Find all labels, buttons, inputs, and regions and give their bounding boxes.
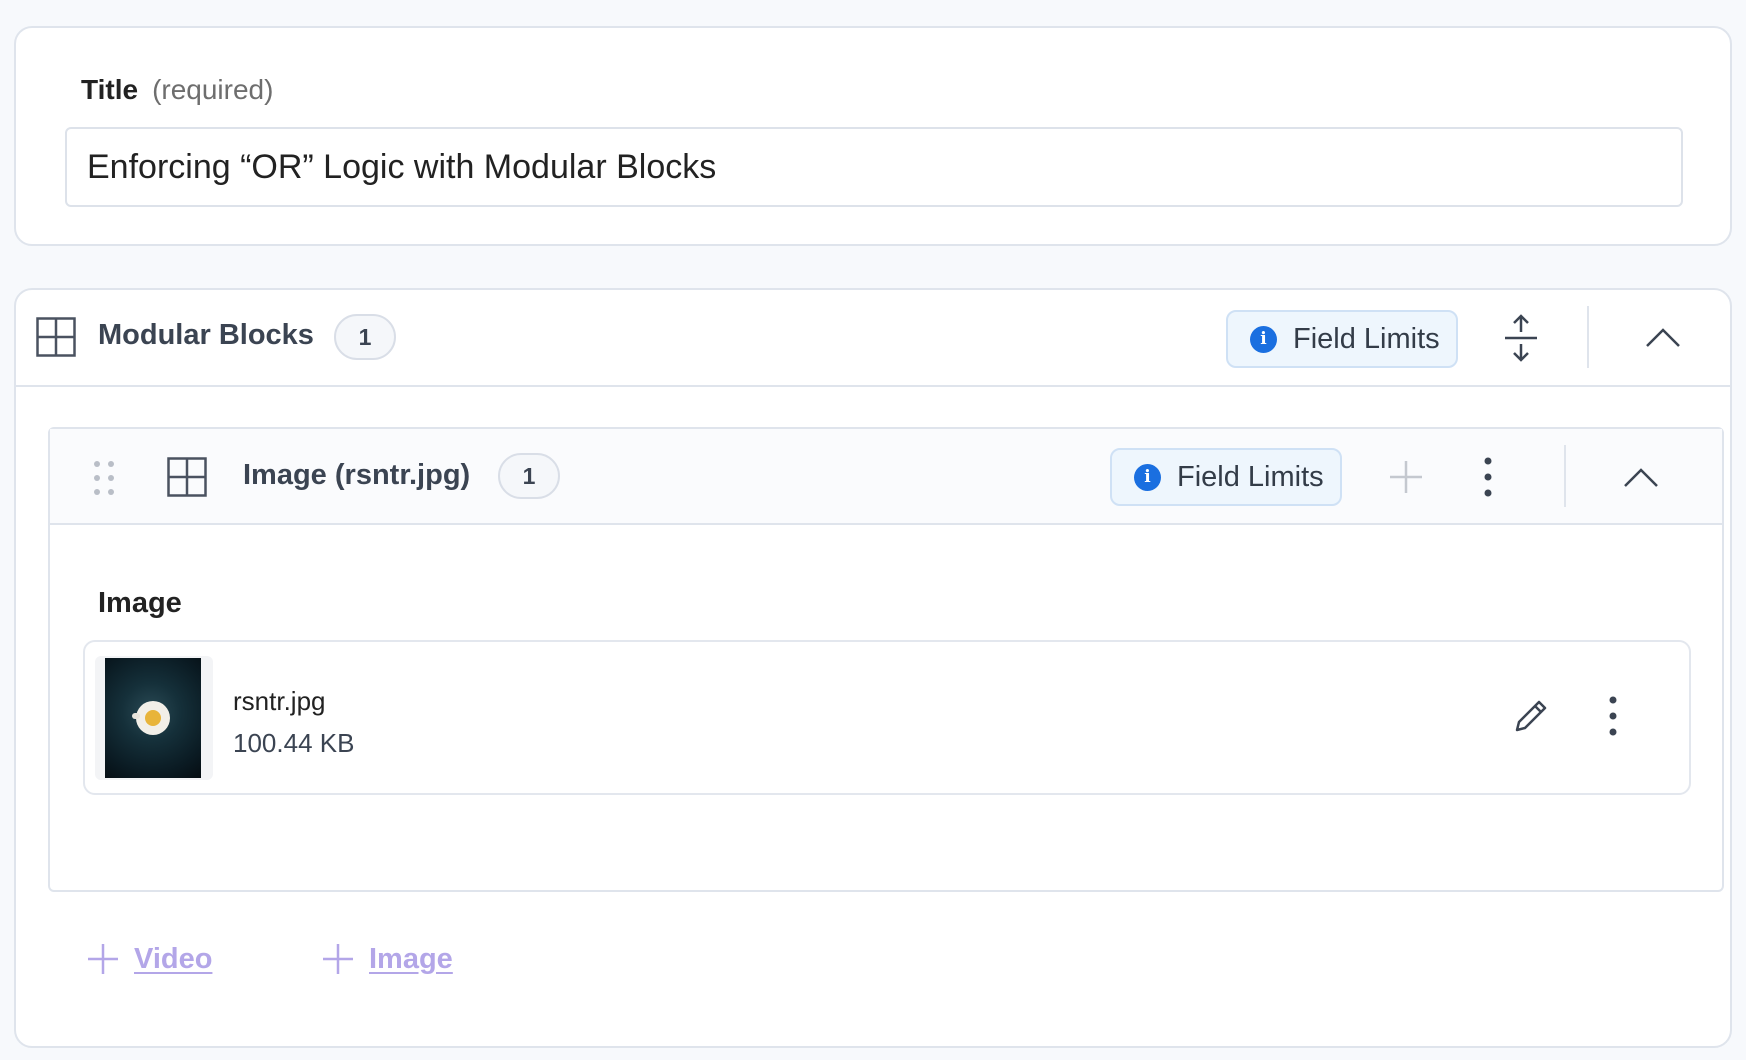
chevron-up-icon <box>1646 328 1680 347</box>
edit-asset-button[interactable] <box>1509 694 1553 738</box>
image-block: Image (rsntr.jpg) 1 i Field Limits Image… <box>48 427 1724 892</box>
plus-icon <box>323 944 353 974</box>
plus-icon <box>88 944 118 974</box>
add-video-label: Video <box>134 942 213 975</box>
title-label: Title (required) <box>81 74 274 105</box>
grid-icon <box>167 457 207 497</box>
info-icon: i <box>1134 463 1161 491</box>
asset-row: rsntr.jpg 100.44 KB <box>83 640 1691 795</box>
chevron-up-icon <box>1624 468 1658 487</box>
field-limits-button[interactable]: i Field Limits <box>1226 310 1458 368</box>
image-block-title: Image (rsntr.jpg) <box>243 459 471 491</box>
title-field-card: Title (required) <box>14 26 1732 246</box>
field-limits-label: Field Limits <box>1293 322 1440 355</box>
asset-thumbnail[interactable] <box>95 656 213 780</box>
more-vertical-icon <box>1609 696 1617 736</box>
header-divider <box>1587 306 1589 368</box>
asset-more-options-button[interactable] <box>1601 694 1625 738</box>
drag-handle-icon[interactable] <box>94 461 116 495</box>
collapse-modular-blocks-button[interactable] <box>1640 317 1686 357</box>
grid-icon <box>36 317 76 357</box>
block-field-limits-button[interactable]: i Field Limits <box>1110 448 1342 506</box>
info-icon: i <box>1250 325 1277 353</box>
modular-blocks-title: Modular Blocks <box>98 319 314 351</box>
image-block-header: Image (rsntr.jpg) 1 i Field Limits <box>50 429 1722 525</box>
block-field-limits-label: Field Limits <box>1177 460 1324 493</box>
coffee-cup-image <box>105 658 201 778</box>
asset-file-size: 100.44 KB <box>233 728 355 758</box>
image-block-count-badge: 1 <box>498 453 560 499</box>
pencil-icon <box>1515 700 1547 732</box>
required-hint: (required) <box>152 74 274 105</box>
add-image-block-button[interactable]: Image <box>321 942 453 976</box>
title-input[interactable] <box>65 127 1683 207</box>
add-video-block-button[interactable]: Video <box>86 942 212 976</box>
block-more-options-button[interactable] <box>1476 455 1500 499</box>
block-header-divider <box>1564 445 1566 507</box>
more-vertical-icon <box>1484 457 1492 497</box>
modular-blocks-header: Modular Blocks 1 i Field Limits <box>16 290 1730 387</box>
collapse-image-block-button[interactable] <box>1618 457 1664 497</box>
expand-collapse-icon <box>1505 314 1537 362</box>
image-field-label: Image <box>98 587 182 619</box>
plus-icon <box>1390 461 1422 493</box>
expand-collapse-all-button[interactable] <box>1496 312 1546 364</box>
add-block-button[interactable] <box>1386 457 1426 497</box>
modular-blocks-card: Modular Blocks 1 i Field Limits Image (r… <box>14 288 1732 1048</box>
add-image-label: Image <box>369 942 453 975</box>
asset-file-name: rsntr.jpg <box>233 686 326 716</box>
modular-blocks-count-badge: 1 <box>334 314 396 360</box>
